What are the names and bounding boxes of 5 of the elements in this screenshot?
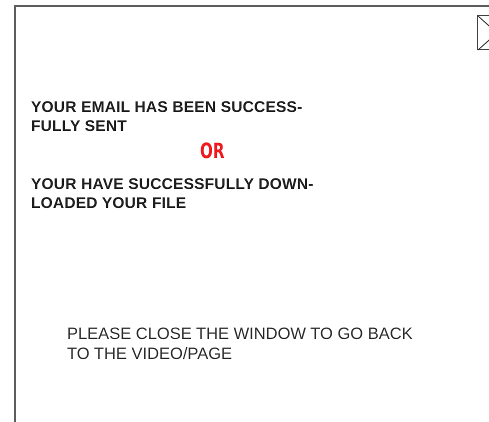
status-message: YOUR EMAIL HAS BEEN SUCCESS- FULLY SENT bbox=[31, 98, 304, 136]
status-message: YOUR HAVE SUCCESSFULLY DOWN- LOADED YOUR FILE bbox=[31, 175, 315, 213]
close-icon bbox=[477, 15, 489, 50]
instruction-text: PLEASE CLOSE THE WINDOW TO GO BACK TO THE VIDEO/PAGE bbox=[67, 324, 414, 364]
separator-text: OR bbox=[200, 139, 224, 163]
